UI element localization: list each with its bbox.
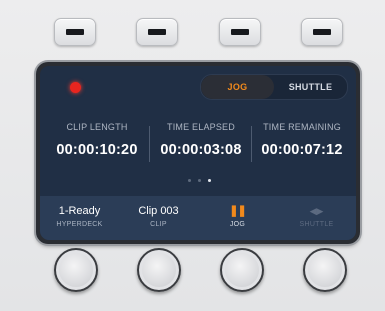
time-remaining-value: 00:00:07:12 <box>261 142 343 158</box>
shuttle-arrows-icon: ◀▶ <box>309 206 324 216</box>
button-slot <box>66 29 84 35</box>
jog-shuttle-toggle[interactable]: JOG SHUTTLE <box>200 74 348 100</box>
rotary-knob-2[interactable] <box>137 248 181 292</box>
clip-length-label: CLIP LENGTH <box>66 122 128 132</box>
page-dot <box>188 179 191 182</box>
bottom-bar: 1-Ready HYPERDECK Clip 003 CLIP ❚❚ JOG ◀… <box>40 196 356 240</box>
button-slot <box>231 29 249 35</box>
soft-button-3[interactable] <box>219 18 261 46</box>
jog-label: JOG <box>229 221 246 228</box>
shuttle-cell: ◀▶ SHUTTLE <box>277 205 356 228</box>
jog-cell: ❚❚ JOG <box>198 205 277 228</box>
shuttle-label: SHUTTLE <box>299 221 334 228</box>
deck-label: HYPERDECK <box>56 221 103 228</box>
hyperdeck-cell: 1-Ready HYPERDECK <box>40 205 119 228</box>
jog-option[interactable]: JOG <box>201 75 274 99</box>
soft-button-1[interactable] <box>54 18 96 46</box>
clip-label: CLIP <box>150 221 167 228</box>
shuttle-option[interactable]: SHUTTLE <box>274 75 347 99</box>
soft-button-2[interactable] <box>136 18 178 46</box>
clip-name: Clip 003 <box>138 205 179 217</box>
lcd-screen: JOG SHUTTLE CLIP LENGTH 00:00:10:20 TIME… <box>40 66 356 240</box>
jog-icon-wrap: ❚❚ <box>198 205 277 218</box>
page-dot <box>198 179 201 182</box>
rotary-knob-1[interactable] <box>54 248 98 292</box>
page-indicator <box>188 169 218 187</box>
time-elapsed-value: 00:00:03:08 <box>160 142 242 158</box>
deck-status: 1-Ready <box>58 205 101 217</box>
page-dot-active <box>208 179 211 182</box>
button-slot <box>313 29 331 35</box>
clip-length-value: 00:00:10:20 <box>56 142 138 158</box>
control-panel: JOG SHUTTLE CLIP LENGTH 00:00:10:20 TIME… <box>0 0 385 311</box>
time-remaining-column: TIME REMAINING 00:00:07:12 <box>252 122 352 158</box>
rotary-knob-3[interactable] <box>220 248 264 292</box>
time-remaining-label: TIME REMAINING <box>263 122 341 132</box>
pause-icon: ❚❚ <box>229 205 246 217</box>
rotary-knob-4[interactable] <box>303 248 347 292</box>
time-elapsed-label: TIME ELAPSED <box>167 122 235 132</box>
button-slot <box>148 29 166 35</box>
time-elapsed-column: TIME ELAPSED 00:00:03:08 <box>151 122 251 158</box>
clip-length-column: CLIP LENGTH 00:00:10:20 <box>47 122 147 158</box>
record-indicator-icon <box>70 82 81 93</box>
divider <box>149 126 150 162</box>
soft-button-4[interactable] <box>301 18 343 46</box>
clip-cell: Clip 003 CLIP <box>119 205 198 228</box>
